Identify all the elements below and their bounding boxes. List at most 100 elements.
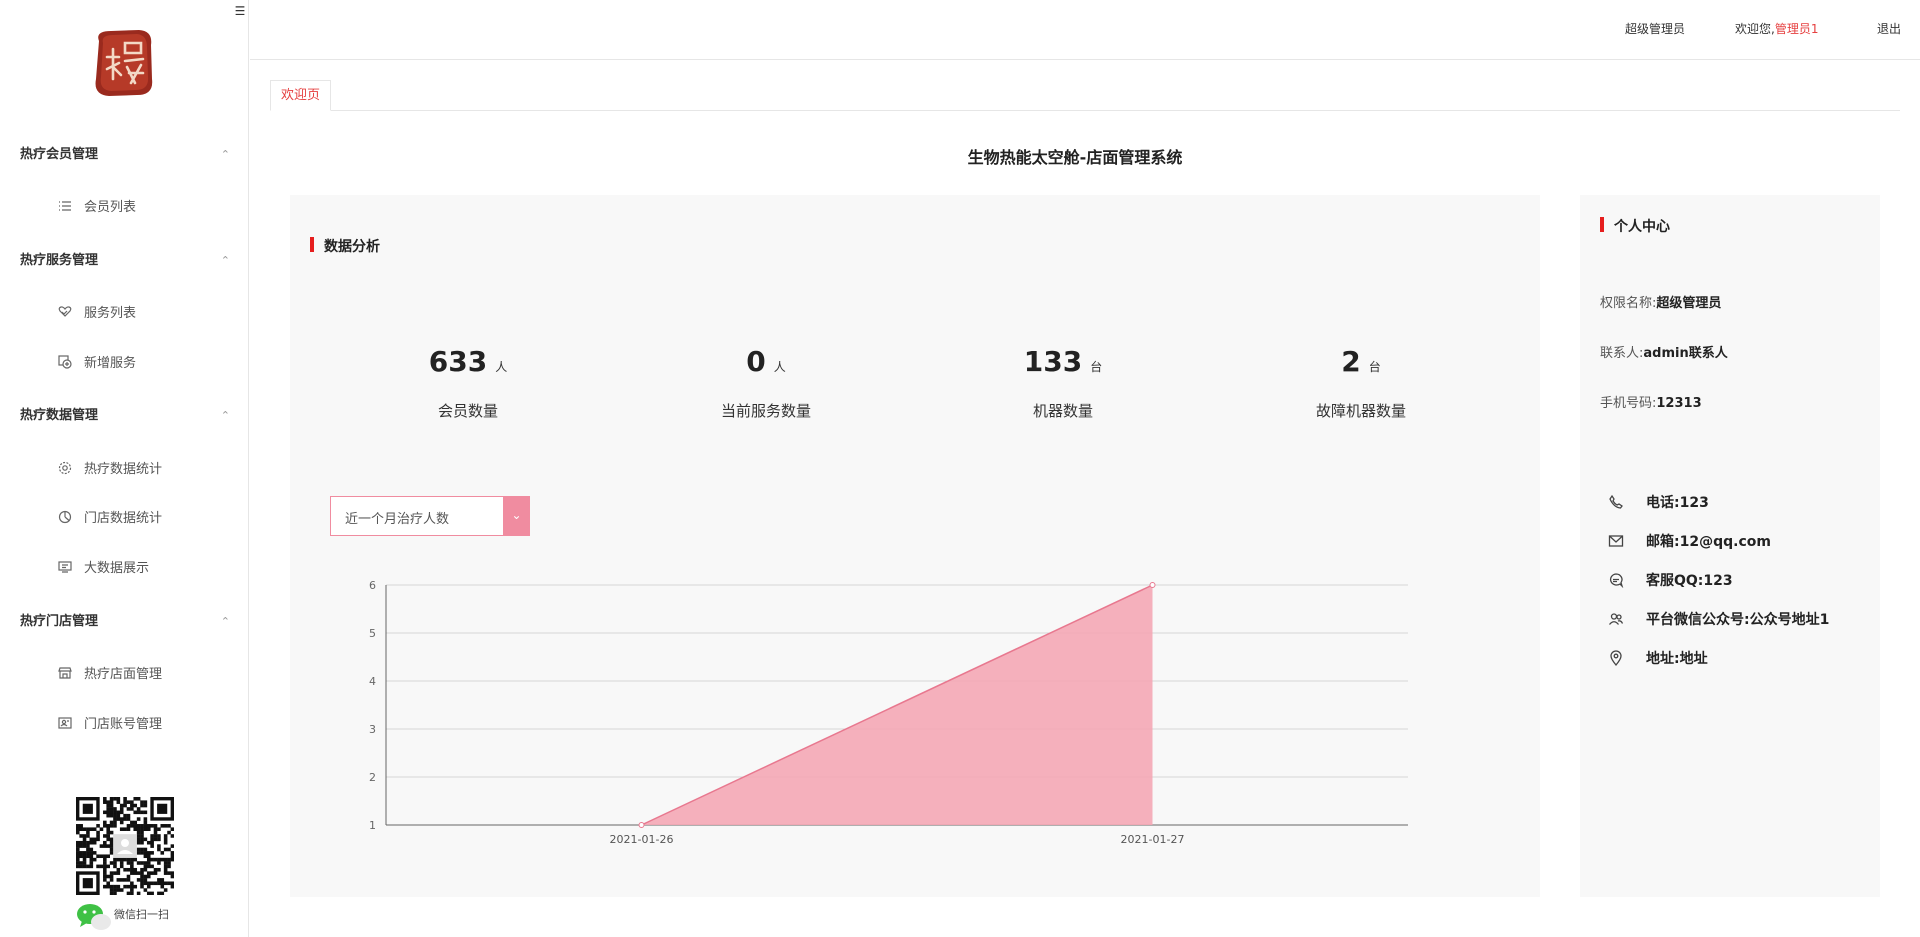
contact-text: 邮箱:12@qq.com xyxy=(1646,534,1771,550)
y-tick-label: 5 xyxy=(369,627,376,640)
x-tick-label: 2021-01-26 xyxy=(610,833,674,846)
phone-icon xyxy=(1609,494,1623,509)
sidebar-item-store-manage[interactable]: 热疗店面管理 xyxy=(58,663,228,687)
menu-group-service[interactable]: 热疗服务管理 ⌃ xyxy=(20,249,230,273)
data-analysis-title: 数据分析 xyxy=(310,236,380,256)
stat-label: 故障机器数量 xyxy=(1315,402,1406,420)
top-header: 超级管理员 欢迎您,管理员1 退出 xyxy=(250,0,1920,60)
list-icon xyxy=(59,201,71,211)
profile-field-value: 12313 xyxy=(1656,396,1702,411)
stat-label: 会员数量 xyxy=(437,402,498,420)
y-tick-label: 6 xyxy=(369,579,376,592)
welcome-text: 欢迎您,管理员1 xyxy=(1735,20,1818,37)
x-tick-label: 2021-01-27 xyxy=(1121,833,1185,846)
contact-text: 电话:123 xyxy=(1646,495,1709,511)
wechat-scan-hint: 微信扫一扫 xyxy=(76,902,206,932)
sidebar-item-store-stats[interactable]: 门店数据统计 xyxy=(58,507,228,531)
menu-group-data[interactable]: 热疗数据管理 ⌃ xyxy=(20,404,230,428)
chevron-up-icon: ⌃ xyxy=(220,254,230,267)
menu-group-data-label: 热疗数据管理 xyxy=(20,408,99,423)
store-icon xyxy=(58,667,72,679)
sidebar-item-label: 服务列表 xyxy=(84,306,137,321)
profile-role-row: 权限名称:超级管理员 xyxy=(1600,292,1721,311)
stat-value: 2 xyxy=(1341,345,1361,378)
sidebar-item-therapy-stats[interactable]: 热疗数据统计 xyxy=(58,458,228,482)
add-square-icon xyxy=(58,355,72,369)
data-point xyxy=(638,822,645,828)
mail-icon xyxy=(1608,535,1624,547)
stat-label: 当前服务数量 xyxy=(720,402,811,420)
menu-toggle-icon[interactable]: ☰ xyxy=(233,4,247,18)
y-tick-label: 2 xyxy=(369,771,376,784)
chevron-up-icon: ⌃ xyxy=(220,615,230,628)
tab-welcome[interactable]: 欢迎页 xyxy=(270,80,332,111)
stat-faulty-machines: 2台 故障机器数量 xyxy=(1261,345,1461,421)
menu-group-member-label: 热疗会员管理 xyxy=(20,147,99,162)
sidebar-item-service-list[interactable]: 服务列表 xyxy=(58,302,228,326)
page-title: 生物热能太空舱-店面管理系统 xyxy=(967,148,1183,167)
menu-group-member[interactable]: 热疗会员管理 ⌃ xyxy=(20,143,230,167)
profile-field-label: 权限名称: xyxy=(1600,296,1657,311)
wechat-icon xyxy=(77,904,111,930)
brand-seal-logo xyxy=(95,30,153,96)
menu-group-store-label: 热疗门店管理 xyxy=(20,614,99,629)
current-username[interactable]: 管理员1 xyxy=(1775,22,1819,36)
pie-chart-icon xyxy=(58,510,72,524)
stat-label: 机器数量 xyxy=(1032,402,1093,420)
menu-group-service-label: 热疗服务管理 xyxy=(20,253,99,268)
gear-icon xyxy=(58,461,72,475)
sidebar-item-member-list[interactable]: 会员列表 xyxy=(58,196,228,220)
role-label: 超级管理员 xyxy=(1625,22,1686,36)
account-card-icon xyxy=(58,717,72,729)
location-icon xyxy=(1610,650,1622,666)
heart-hand-icon xyxy=(58,306,72,317)
profile-field-value: admin联系人 xyxy=(1643,346,1728,361)
stat-current-service: 0人 当前服务数量 xyxy=(666,345,866,421)
contact-text: 地址:地址 xyxy=(1646,651,1708,667)
treatment-area-chart: 1 2 3 4 5 6 2021-01-26 2021-01-27 xyxy=(369,579,1408,846)
sidebar-item-big-data[interactable]: 大数据展示 xyxy=(58,557,228,581)
logout-link[interactable]: 退出 xyxy=(1877,20,1901,37)
stat-member-count: 633 人 会员数量 xyxy=(368,345,568,421)
profile-field-label: 联系人: xyxy=(1600,346,1644,361)
sidebar-item-label: 门店数据统计 xyxy=(84,511,163,526)
monitor-icon xyxy=(58,561,72,573)
sidebar-item-label: 门店账号管理 xyxy=(84,717,163,732)
menu-group-store[interactable]: 热疗门店管理 ⌃ xyxy=(20,610,230,634)
period-select[interactable]: 近一个月治疗人数 ⌄ xyxy=(330,496,530,536)
period-select-value: 近一个月治疗人数 xyxy=(345,512,450,527)
welcome-label: 欢迎您, xyxy=(1735,22,1775,36)
y-tick-label: 4 xyxy=(369,675,376,688)
tab-bar: 欢迎页 xyxy=(270,80,1900,111)
data-analysis-panel: 数据分析 633 人 会员数量 0人 当前服务数量 133 台 机器数量 2台 故障… xyxy=(290,195,1540,897)
profile-field-value: 超级管理员 xyxy=(1656,296,1722,311)
chevron-up-icon: ⌃ xyxy=(220,148,230,161)
chevron-up-icon: ⌃ xyxy=(220,409,230,422)
stat-unit: 人 xyxy=(773,360,786,374)
y-tick-label: 1 xyxy=(369,819,376,832)
sidebar-item-label: 大数据展示 xyxy=(84,561,150,576)
stat-value: 0 xyxy=(746,345,766,378)
stat-machine-count: 133 台 机器数量 xyxy=(963,345,1163,421)
profile-field-label: 手机号码: xyxy=(1600,396,1657,411)
data-point xyxy=(1149,582,1156,588)
sidebar-item-label: 热疗店面管理 xyxy=(84,667,163,682)
qr-code-image xyxy=(76,797,174,895)
stat-value: 633 xyxy=(428,345,488,378)
profile-title: 个人中心 xyxy=(1600,216,1670,236)
sidebar-item-label: 新增服务 xyxy=(84,356,137,371)
contact-text: 平台微信公众号:公众号地址1 xyxy=(1646,612,1830,628)
app-root: ☰ 热疗会员管理 ⌃ 会员列表 热疗服务管理 ⌃ 服务列表 新增服务 热疗数据管… xyxy=(0,0,1920,937)
profile-phone-row: 手机号码:12313 xyxy=(1600,392,1702,411)
sidebar-item-label: 热疗数据统计 xyxy=(84,462,163,477)
profile-panel: 个人中心 权限名称:超级管理员 联系人:admin联系人 手机号码:12313 … xyxy=(1580,195,1880,897)
sidebar-item-add-service[interactable]: 新增服务 xyxy=(58,352,228,376)
people-icon xyxy=(1608,613,1624,625)
sidebar-item-store-account[interactable]: 门店账号管理 xyxy=(58,713,228,737)
profile-contact-row: 联系人:admin联系人 xyxy=(1600,342,1728,361)
chat-icon xyxy=(1610,573,1624,588)
chevron-down-icon[interactable]: ⌄ xyxy=(503,496,530,536)
y-tick-label: 3 xyxy=(369,723,376,736)
stat-unit: 人 xyxy=(495,360,508,374)
sidebar-item-label: 会员列表 xyxy=(84,200,137,215)
